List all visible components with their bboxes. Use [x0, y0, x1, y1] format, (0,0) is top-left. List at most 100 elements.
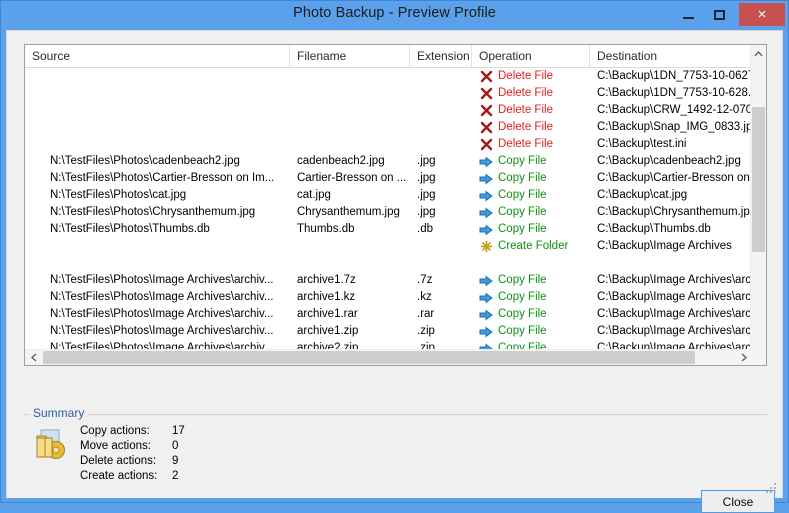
table-row[interactable] — [25, 255, 766, 272]
table-row[interactable]: Delete File C:\Backup\Snap_IMG_0833.jpg.a… — [25, 119, 766, 136]
close-icon: × — [757, 6, 767, 23]
cell-source — [25, 102, 290, 119]
scroll-left-button[interactable] — [25, 350, 42, 365]
cell-operation: Copy File — [498, 274, 547, 286]
cell-destination: C:\Backup\cat.jpg — [597, 189, 688, 201]
cell-operation: Copy File — [498, 206, 547, 218]
cell-operation: Delete File — [498, 70, 553, 82]
cell-destination: C:\Backup\Image Archives — [597, 240, 732, 252]
cell-extension — [410, 238, 472, 255]
cell-filename — [290, 255, 410, 272]
summary-label: Copy actions: — [80, 425, 150, 437]
cell-source: N:\TestFiles\Photos\Image Archives\archi… — [50, 291, 274, 303]
cell-filename: Cartier-Bresson on ... — [297, 172, 407, 184]
table-row[interactable]: Delete File C:\Backup\1DN_7753-10-628.JPG — [25, 85, 766, 102]
cell-extension: .kz — [417, 291, 432, 303]
cell-source — [25, 68, 290, 85]
summary-value: 9 — [172, 455, 179, 467]
summary-group: Summary Copy actions: 17 Move actions: 0 Del… — [24, 405, 767, 482]
cell-destination: C:\Backup\1DN_7753-10-628.JPG — [597, 87, 766, 99]
vertical-scrollbar-thumb[interactable] — [752, 107, 765, 252]
cell-filename: cadenbeach2.jpg — [297, 155, 385, 167]
horizontal-scrollbar[interactable] — [25, 349, 766, 365]
column-header-source[interactable]: Source — [25, 45, 290, 67]
cell-filename: archive1.7z — [297, 274, 356, 286]
scrollbar-corner — [752, 349, 766, 365]
column-header-destination[interactable]: Destination — [590, 45, 766, 67]
cell-source: N:\TestFiles\Photos\Image Archives\archi… — [50, 325, 274, 337]
folder-backup-icon — [32, 427, 68, 463]
table-row[interactable]: N:\TestFiles\Photos\Cartier-Bresson on I… — [25, 170, 766, 187]
cell-source: N:\TestFiles\Photos\Image Archives\archi… — [50, 308, 274, 320]
cell-destination: C:\Backup\Chrysanthemum.jpg — [597, 206, 757, 218]
cell-filename — [290, 136, 410, 153]
column-header-extension[interactable]: Extension — [410, 45, 472, 67]
cell-extension: .7z — [417, 274, 433, 286]
operations-list[interactable]: Source Filename Extension Operation Destinat… — [24, 44, 767, 366]
resize-grip[interactable] — [766, 483, 778, 495]
group-divider — [24, 414, 767, 415]
cell-source: N:\TestFiles\Photos\cat.jpg — [50, 189, 187, 201]
scroll-up-button[interactable] — [751, 45, 766, 62]
close-button[interactable]: Close — [701, 490, 775, 513]
cell-filename: archive1.kz — [297, 291, 356, 303]
cell-source — [25, 238, 290, 255]
maximize-button[interactable] — [705, 3, 734, 26]
cell-extension — [410, 68, 472, 85]
table-row[interactable]: N:\TestFiles\Photos\Image Archives\archi… — [25, 289, 766, 306]
cell-destination: C:\Backup\Cartier-Bresson on Imperm — [597, 172, 766, 184]
cell-filename: cat.jpg — [297, 189, 331, 201]
table-row[interactable]: N:\TestFiles\Photos\Image Archives\archi… — [25, 323, 766, 340]
window-controls: × — [674, 3, 785, 28]
cell-filename — [290, 85, 410, 102]
cell-operation: Copy File — [498, 291, 547, 303]
column-header-operation[interactable]: Operation — [472, 45, 590, 67]
cell-destination — [590, 255, 766, 272]
cell-source: N:\TestFiles\Photos\Thumbs.db — [50, 223, 210, 235]
cell-operation: Copy File — [498, 325, 547, 337]
list-rows[interactable]: Delete File C:\Backup\1DN_7753-10-0627.JP… — [25, 68, 766, 364]
table-row[interactable]: N:\TestFiles\Photos\cadenbeach2.jpg caden… — [25, 153, 766, 170]
horizontal-scrollbar-thumb[interactable] — [43, 351, 695, 364]
cell-filename — [290, 119, 410, 136]
cell-operation: Delete File — [498, 121, 553, 133]
scroll-right-button[interactable] — [735, 350, 752, 365]
cell-extension — [410, 136, 472, 153]
cell-source: N:\TestFiles\Photos\Cartier-Bresson on I… — [50, 172, 275, 184]
close-window-button[interactable]: × — [739, 3, 785, 26]
table-row[interactable]: N:\TestFiles\Photos\Image Archives\archi… — [25, 306, 766, 323]
cell-destination: C:\Backup\Image Archives\archive1. — [597, 325, 766, 337]
cell-filename: Chrysanthemum.jpg — [297, 206, 400, 218]
cell-destination: C:\Backup\Image Archives\archive1. — [597, 308, 766, 320]
cell-operation — [472, 255, 590, 272]
table-row[interactable]: Create Folder C:\Backup\Image Archives — [25, 238, 766, 255]
cell-extension — [410, 85, 472, 102]
vertical-scrollbar[interactable] — [750, 45, 766, 365]
table-row[interactable]: N:\TestFiles\Photos\Chrysanthemum.jpg Chr… — [25, 204, 766, 221]
summary-counts: Copy actions: 17 Move actions: 0 Delete acti… — [80, 424, 202, 484]
cell-extension: .zip — [417, 325, 435, 337]
table-row[interactable]: N:\TestFiles\Photos\Thumbs.db Thumbs.db .d… — [25, 221, 766, 238]
column-header-filename[interactable]: Filename — [290, 45, 410, 67]
title-bar: Photo Backup - Preview Profile × — [1, 1, 788, 30]
table-row[interactable]: N:\TestFiles\Photos\Image Archives\archi… — [25, 272, 766, 289]
cell-filename: Thumbs.db — [297, 223, 355, 235]
cell-source: N:\TestFiles\Photos\Image Archives\archi… — [50, 274, 274, 286]
cell-extension — [410, 102, 472, 119]
table-row[interactable]: Delete File C:\Backup\CRW_1492-12-0707.JP… — [25, 102, 766, 119]
cell-source — [25, 136, 290, 153]
cell-extension: .jpg — [417, 155, 436, 167]
window-title: Photo Backup - Preview Profile — [293, 5, 496, 21]
summary-row: Create actions: 2 — [80, 469, 202, 484]
cell-destination: C:\Backup\Image Archives\archive1. — [597, 291, 766, 303]
summary-row: Move actions: 0 — [80, 439, 202, 454]
table-row[interactable]: N:\TestFiles\Photos\cat.jpg cat.jpg .jpg Co… — [25, 187, 766, 204]
cell-filename — [290, 68, 410, 85]
minimize-button[interactable] — [674, 3, 703, 26]
table-row[interactable]: Delete File C:\Backup\1DN_7753-10-0627.JP… — [25, 68, 766, 85]
cell-operation: Copy File — [498, 172, 547, 184]
cell-filename — [290, 102, 410, 119]
table-row[interactable]: Delete File C:\Backup\test.ini — [25, 136, 766, 153]
summary-row: Copy actions: 17 — [80, 424, 202, 439]
cell-operation: Copy File — [498, 155, 547, 167]
